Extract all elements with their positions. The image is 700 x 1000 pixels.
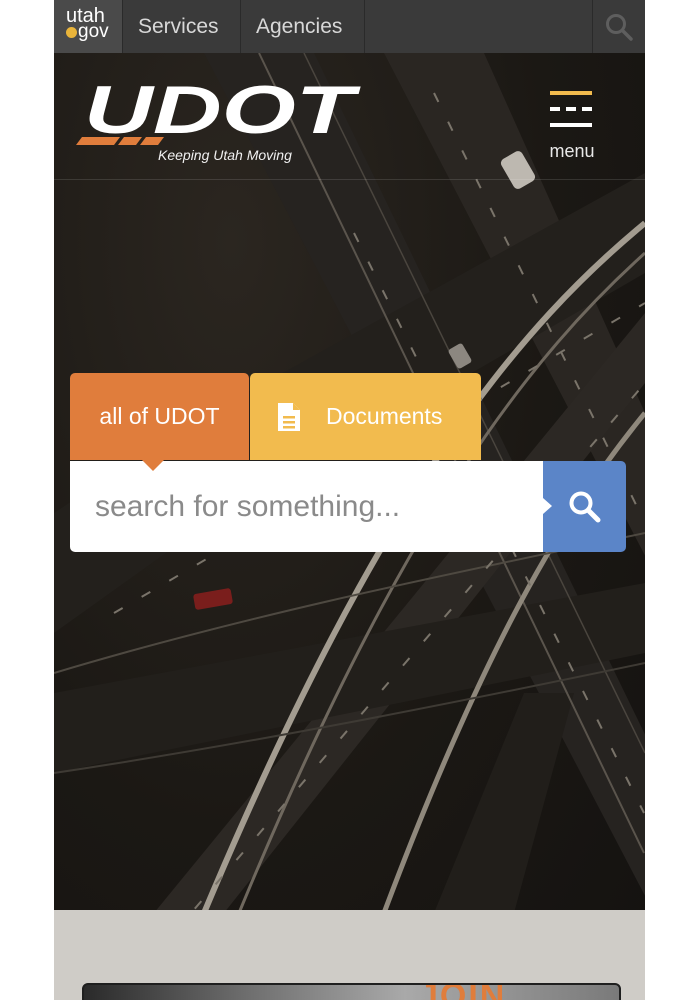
header-divider xyxy=(54,179,645,180)
search-input[interactable] xyxy=(70,461,544,552)
menu-bar-bottom xyxy=(550,123,592,127)
document-icon xyxy=(278,402,300,431)
search-icon xyxy=(569,491,600,522)
tab-all-of-udot-label: all of UDOT xyxy=(99,403,220,429)
active-tab-caret xyxy=(141,459,165,471)
tab-all-of-udot[interactable]: all of UDOT xyxy=(70,373,249,460)
menu-bar-middle xyxy=(550,107,592,111)
topbar-spacer xyxy=(365,0,593,53)
udot-logo-mark: UDOT xyxy=(76,72,362,148)
menu-label: menu xyxy=(549,141,595,161)
utah-gov-bar: utah gov Services Agencies xyxy=(54,0,645,53)
utah-gov-logo-dot xyxy=(66,27,77,38)
services-link[interactable]: Services xyxy=(123,0,241,53)
udot-logo[interactable]: UDOT Keeping Utah Moving xyxy=(76,72,366,165)
udot-logo-text: UDOT xyxy=(84,75,362,145)
udot-tagline: Keeping Utah Moving xyxy=(158,147,292,163)
search-button-notch xyxy=(543,498,552,514)
search-submit-button[interactable] xyxy=(543,461,626,552)
hero-section: UDOT Keeping Utah Moving menu all of UDO… xyxy=(54,53,645,1000)
menu-button[interactable]: menu xyxy=(542,89,602,169)
topbar-search-button[interactable] xyxy=(593,0,645,53)
utah-gov-logo[interactable]: utah gov xyxy=(54,0,123,53)
utah-gov-logo-line2: gov xyxy=(78,21,109,42)
menu-bar-top xyxy=(550,91,592,95)
search-icon xyxy=(606,13,633,41)
agencies-link[interactable]: Agencies xyxy=(241,0,365,53)
search-box xyxy=(70,461,544,552)
join-promo-card[interactable]: JOIN xyxy=(82,983,621,1000)
tab-documents-label: Documents xyxy=(326,403,443,429)
tab-documents[interactable]: Documents xyxy=(250,373,481,460)
page-frame: utah gov Services Agencies UDOT Keeping … xyxy=(54,0,645,1000)
join-promo-text: JOIN xyxy=(419,985,506,1000)
